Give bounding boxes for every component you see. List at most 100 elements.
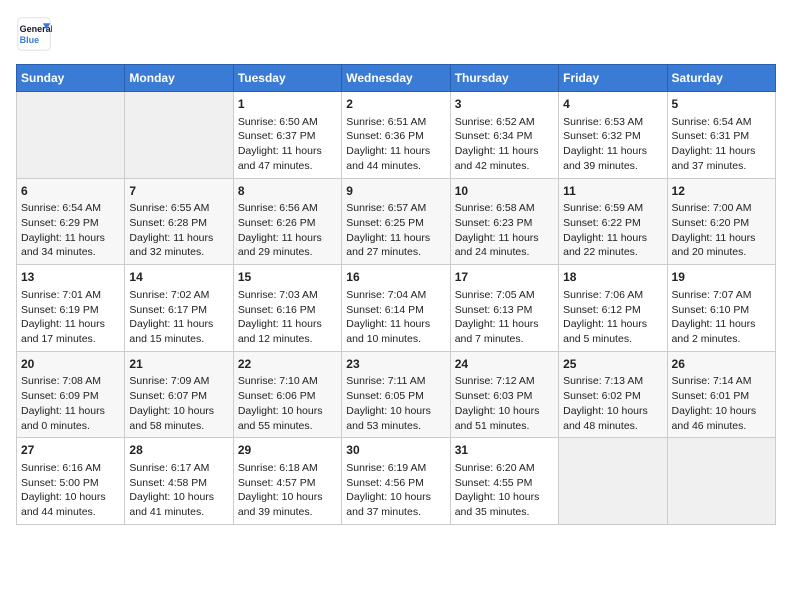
calendar-cell: 13Sunrise: 7:01 AM Sunset: 6:19 PM Dayli… (17, 265, 125, 352)
day-info: Sunrise: 6:20 AM Sunset: 4:55 PM Dayligh… (455, 461, 554, 520)
calendar-cell: 12Sunrise: 7:00 AM Sunset: 6:20 PM Dayli… (667, 178, 775, 265)
calendar-cell: 25Sunrise: 7:13 AM Sunset: 6:02 PM Dayli… (559, 351, 667, 438)
day-info: Sunrise: 7:04 AM Sunset: 6:14 PM Dayligh… (346, 288, 445, 347)
col-header-friday: Friday (559, 65, 667, 92)
day-info: Sunrise: 6:18 AM Sunset: 4:57 PM Dayligh… (238, 461, 337, 520)
calendar-cell: 24Sunrise: 7:12 AM Sunset: 6:03 PM Dayli… (450, 351, 558, 438)
calendar-cell: 3 Sunrise: 6:52 AM Sunset: 6:34 PM Daylig… (450, 92, 558, 179)
calendar-cell: 27 Sunrise: 6:16 AM Sunset: 5:00 PM Dayli… (17, 438, 125, 525)
calendar-cell: 30 Sunrise: 6:19 AM Sunset: 4:56 PM Dayli… (342, 438, 450, 525)
calendar-cell: 4 Sunrise: 6:53 AM Sunset: 6:32 PM Daylig… (559, 92, 667, 179)
day-info: Sunrise: 6:52 AM Sunset: 6:34 PM Dayligh… (455, 115, 554, 174)
day-number: 28 (129, 442, 228, 459)
day-info: Sunrise: 6:57 AM Sunset: 6:25 PM Dayligh… (346, 201, 445, 260)
day-info: Sunrise: 6:54 AM Sunset: 6:31 PM Dayligh… (672, 115, 771, 174)
calendar-cell: 14 Sunrise: 7:02 AM Sunset: 6:17 PM Dayli… (125, 265, 233, 352)
day-info: Sunrise: 6:55 AM Sunset: 6:28 PM Dayligh… (129, 201, 228, 260)
calendar-cell (125, 92, 233, 179)
col-header-monday: Monday (125, 65, 233, 92)
calendar-week-3: 13Sunrise: 7:01 AM Sunset: 6:19 PM Dayli… (17, 265, 776, 352)
calendar-cell: 20Sunrise: 7:08 AM Sunset: 6:09 PM Dayli… (17, 351, 125, 438)
day-number: 30 (346, 442, 445, 459)
day-info: Sunrise: 6:50 AM Sunset: 6:37 PM Dayligh… (238, 115, 337, 174)
page-header: General Blue (16, 16, 776, 52)
calendar-table: SundayMondayTuesdayWednesdayThursdayFrid… (16, 64, 776, 525)
calendar-cell: 1 Sunrise: 6:50 AM Sunset: 6:37 PM Daylig… (233, 92, 341, 179)
calendar-week-4: 20Sunrise: 7:08 AM Sunset: 6:09 PM Dayli… (17, 351, 776, 438)
day-number: 7 (129, 183, 228, 200)
day-info: Sunrise: 7:14 AM Sunset: 6:01 PM Dayligh… (672, 374, 771, 433)
day-info: Sunrise: 7:06 AM Sunset: 6:12 PM Dayligh… (563, 288, 662, 347)
svg-text:Blue: Blue (20, 35, 40, 45)
calendar-cell: 10Sunrise: 6:58 AM Sunset: 6:23 PM Dayli… (450, 178, 558, 265)
calendar-cell (559, 438, 667, 525)
day-number: 25 (563, 356, 662, 373)
col-header-thursday: Thursday (450, 65, 558, 92)
calendar-cell: 23Sunrise: 7:11 AM Sunset: 6:05 PM Dayli… (342, 351, 450, 438)
calendar-cell (17, 92, 125, 179)
logo-icon: General Blue (16, 16, 52, 52)
day-info: Sunrise: 7:11 AM Sunset: 6:05 PM Dayligh… (346, 374, 445, 433)
calendar-cell: 17Sunrise: 7:05 AM Sunset: 6:13 PM Dayli… (450, 265, 558, 352)
day-number: 4 (563, 96, 662, 113)
day-info: Sunrise: 7:08 AM Sunset: 6:09 PM Dayligh… (21, 374, 120, 433)
day-number: 6 (21, 183, 120, 200)
day-info: Sunrise: 6:19 AM Sunset: 4:56 PM Dayligh… (346, 461, 445, 520)
calendar-cell: 22Sunrise: 7:10 AM Sunset: 6:06 PM Dayli… (233, 351, 341, 438)
calendar-cell: 6Sunrise: 6:54 AM Sunset: 6:29 PM Daylig… (17, 178, 125, 265)
day-info: Sunrise: 6:51 AM Sunset: 6:36 PM Dayligh… (346, 115, 445, 174)
day-info: Sunrise: 6:53 AM Sunset: 6:32 PM Dayligh… (563, 115, 662, 174)
day-info: Sunrise: 7:03 AM Sunset: 6:16 PM Dayligh… (238, 288, 337, 347)
day-info: Sunrise: 7:09 AM Sunset: 6:07 PM Dayligh… (129, 374, 228, 433)
calendar-cell: 19 Sunrise: 7:07 AM Sunset: 6:10 PM Dayli… (667, 265, 775, 352)
day-number: 8 (238, 183, 337, 200)
day-info: Sunrise: 6:59 AM Sunset: 6:22 PM Dayligh… (563, 201, 662, 260)
calendar-week-1: 1 Sunrise: 6:50 AM Sunset: 6:37 PM Daylig… (17, 92, 776, 179)
day-number: 19 (672, 269, 771, 286)
logo: General Blue (16, 16, 52, 52)
day-info: Sunrise: 7:02 AM Sunset: 6:17 PM Dayligh… (129, 288, 228, 347)
calendar-cell: 5 Sunrise: 6:54 AM Sunset: 6:31 PM Daylig… (667, 92, 775, 179)
calendar-header: SundayMondayTuesdayWednesdayThursdayFrid… (17, 65, 776, 92)
day-number: 21 (129, 356, 228, 373)
day-info: Sunrise: 6:58 AM Sunset: 6:23 PM Dayligh… (455, 201, 554, 260)
calendar-cell (667, 438, 775, 525)
day-number: 13 (21, 269, 120, 286)
day-info: Sunrise: 7:07 AM Sunset: 6:10 PM Dayligh… (672, 288, 771, 347)
col-header-sunday: Sunday (17, 65, 125, 92)
day-info: Sunrise: 6:56 AM Sunset: 6:26 PM Dayligh… (238, 201, 337, 260)
col-header-tuesday: Tuesday (233, 65, 341, 92)
day-number: 24 (455, 356, 554, 373)
calendar-cell: 28 Sunrise: 6:17 AM Sunset: 4:58 PM Dayli… (125, 438, 233, 525)
calendar-cell: 8Sunrise: 6:56 AM Sunset: 6:26 PM Daylig… (233, 178, 341, 265)
day-number: 31 (455, 442, 554, 459)
calendar-cell: 7Sunrise: 6:55 AM Sunset: 6:28 PM Daylig… (125, 178, 233, 265)
col-header-wednesday: Wednesday (342, 65, 450, 92)
day-number: 20 (21, 356, 120, 373)
day-info: Sunrise: 7:05 AM Sunset: 6:13 PM Dayligh… (455, 288, 554, 347)
day-number: 10 (455, 183, 554, 200)
calendar-cell: 31 Sunrise: 6:20 AM Sunset: 4:55 PM Dayli… (450, 438, 558, 525)
day-number: 5 (672, 96, 771, 113)
day-number: 15 (238, 269, 337, 286)
day-info: Sunrise: 6:17 AM Sunset: 4:58 PM Dayligh… (129, 461, 228, 520)
calendar-cell: 2Sunrise: 6:51 AM Sunset: 6:36 PM Daylig… (342, 92, 450, 179)
day-number: 3 (455, 96, 554, 113)
day-number: 14 (129, 269, 228, 286)
calendar-week-2: 6Sunrise: 6:54 AM Sunset: 6:29 PM Daylig… (17, 178, 776, 265)
calendar-cell: 21Sunrise: 7:09 AM Sunset: 6:07 PM Dayli… (125, 351, 233, 438)
calendar-cell: 16 Sunrise: 7:04 AM Sunset: 6:14 PM Dayli… (342, 265, 450, 352)
calendar-cell: 11Sunrise: 6:59 AM Sunset: 6:22 PM Dayli… (559, 178, 667, 265)
day-number: 27 (21, 442, 120, 459)
day-number: 11 (563, 183, 662, 200)
day-info: Sunrise: 7:00 AM Sunset: 6:20 PM Dayligh… (672, 201, 771, 260)
day-number: 12 (672, 183, 771, 200)
day-number: 26 (672, 356, 771, 373)
day-info: Sunrise: 7:13 AM Sunset: 6:02 PM Dayligh… (563, 374, 662, 433)
day-number: 29 (238, 442, 337, 459)
calendar-cell: 9Sunrise: 6:57 AM Sunset: 6:25 PM Daylig… (342, 178, 450, 265)
day-number: 16 (346, 269, 445, 286)
day-info: Sunrise: 6:16 AM Sunset: 5:00 PM Dayligh… (21, 461, 120, 520)
col-header-saturday: Saturday (667, 65, 775, 92)
day-number: 1 (238, 96, 337, 113)
